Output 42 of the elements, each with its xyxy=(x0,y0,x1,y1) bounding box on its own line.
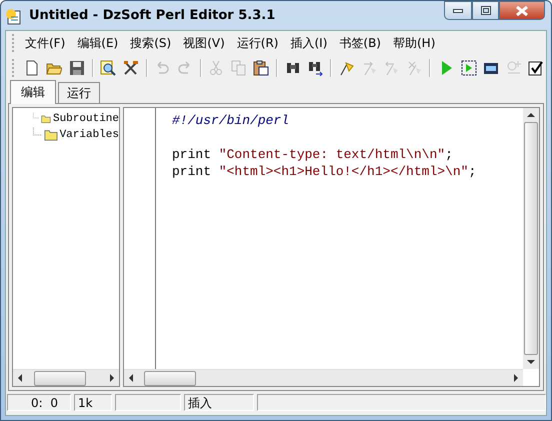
menu-item[interactable]: 视图(V) xyxy=(177,32,231,54)
menu-item[interactable]: 搜索(S) xyxy=(124,32,178,54)
code-line: #!/usr/bin/perl xyxy=(172,113,290,130)
code-line: print "<html><h1>Hello!</h1></html>\n"; xyxy=(172,164,478,181)
scroll-left-icon xyxy=(128,373,134,383)
menu-item[interactable]: 帮助(H) xyxy=(387,32,442,54)
scroll-right-icon xyxy=(513,373,519,383)
scroll-left-icon xyxy=(17,373,23,383)
file-size: 1k xyxy=(74,394,112,411)
minimize-icon xyxy=(453,8,463,12)
step-icon[interactable] xyxy=(458,58,478,78)
menu-item[interactable]: 运行(R) xyxy=(230,32,284,54)
scroll-up-icon xyxy=(526,112,536,118)
code-line: print "Content-type: text/html\n\n"; xyxy=(172,146,454,164)
horizontal-scrollbar[interactable] xyxy=(13,369,119,386)
scroll-right-icon xyxy=(109,373,115,383)
cursor-position: 0: 0 xyxy=(7,394,71,411)
minimize-button[interactable] xyxy=(444,1,472,20)
clipboard-icon[interactable] xyxy=(252,58,272,78)
tree-item[interactable]: Subroutine xyxy=(52,113,119,125)
maximize-icon xyxy=(480,6,490,15)
scroll-thumb[interactable] xyxy=(34,370,86,386)
tree-item[interactable]: Variables xyxy=(60,129,119,141)
menu-item[interactable]: 书签(B) xyxy=(333,32,387,54)
scroll-down-icon xyxy=(526,359,536,365)
maximize-button[interactable] xyxy=(472,1,499,20)
horizontal-scrollbar[interactable] xyxy=(124,369,523,386)
vertical-scrollbar[interactable] xyxy=(523,108,539,369)
tab[interactable]: 运行 xyxy=(58,82,100,103)
edit-mode: 插入 xyxy=(184,394,254,411)
app-icon xyxy=(5,6,23,24)
status-panel xyxy=(115,394,181,411)
menu-item[interactable]: 插入(I) xyxy=(284,32,334,54)
window-title: Untitled - DzSoft Perl Editor 5.3.1 xyxy=(29,8,276,23)
close-icon xyxy=(515,6,529,16)
magnifier-icon[interactable] xyxy=(98,58,118,78)
close-button[interactable] xyxy=(499,1,545,20)
scroll-thumb[interactable] xyxy=(144,370,196,386)
scroll-thumb[interactable] xyxy=(524,122,538,355)
tab[interactable]: 编辑 xyxy=(10,80,56,104)
menu-item[interactable]: 文件(F) xyxy=(19,32,72,54)
menu-item[interactable]: 编辑(E) xyxy=(71,32,124,54)
